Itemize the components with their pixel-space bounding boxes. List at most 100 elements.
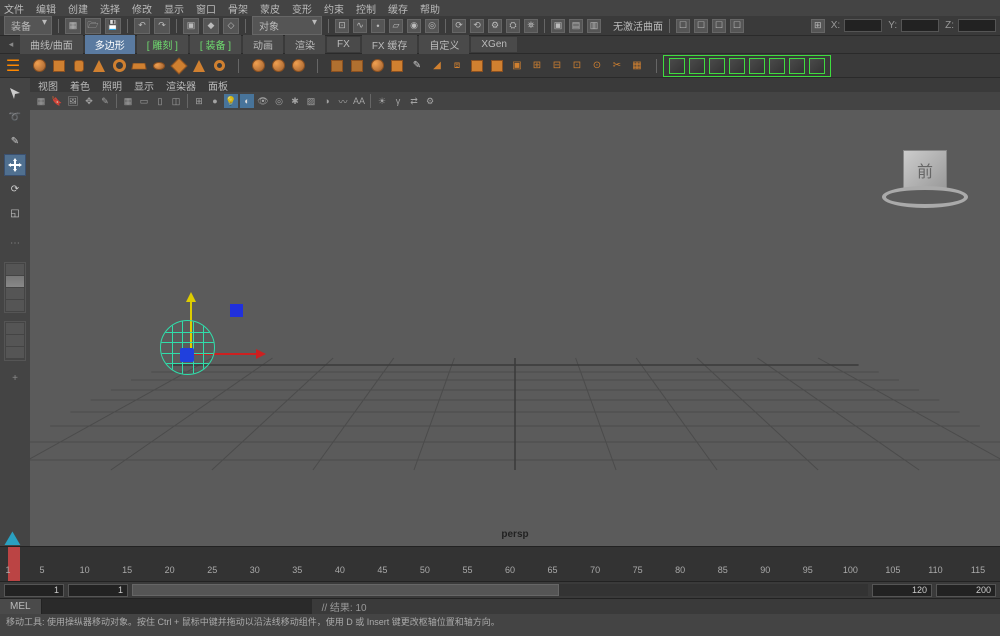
view-cube[interactable]: 前: [880, 150, 970, 230]
selection-mode-dropdown[interactable]: 对象: [252, 16, 322, 35]
poly-cube-icon[interactable]: [50, 57, 68, 75]
scale-tool[interactable]: ◱: [4, 202, 26, 224]
poly-disc-icon[interactable]: [150, 57, 168, 75]
abs-transform-icon[interactable]: ⊞: [811, 19, 825, 33]
tab-animation[interactable]: 动画: [243, 35, 283, 54]
vp-use-all-lights-icon[interactable]: 💡: [224, 94, 238, 108]
sym-topo-icon[interactable]: [768, 57, 786, 75]
render-settings-icon[interactable]: ▥: [587, 19, 601, 33]
vp-image-plane-icon[interactable]: 🖼: [66, 94, 80, 108]
x-input[interactable]: [844, 19, 882, 32]
vp-gate-mask-icon[interactable]: ◫: [169, 94, 183, 108]
menu-constrain[interactable]: 约束: [324, 1, 344, 16]
construction3-icon[interactable]: ⛯: [524, 19, 538, 33]
menu-window[interactable]: 窗口: [196, 1, 216, 16]
smooth-icon[interactable]: [368, 57, 386, 75]
range-start-input[interactable]: [68, 584, 128, 597]
toggle-a-icon[interactable]: ☐: [676, 19, 690, 33]
layout-four[interactable]: [6, 276, 24, 287]
menu-file[interactable]: 文件: [4, 1, 24, 16]
layout-two-side[interactable]: [6, 288, 24, 299]
panel-panels[interactable]: 面板: [208, 78, 228, 93]
shelf-collapse-icon[interactable]: ◂: [4, 38, 18, 52]
axis-z-handle[interactable]: [180, 348, 194, 362]
menu-deform[interactable]: 变形: [292, 1, 312, 16]
vp-textured-icon[interactable]: ▨: [304, 94, 318, 108]
cmd-lang-toggle[interactable]: MEL: [0, 599, 42, 614]
vp-xray-icon[interactable]: ◎: [272, 94, 286, 108]
toggle-b-icon[interactable]: ☐: [694, 19, 708, 33]
range-thumb[interactable]: [132, 584, 559, 596]
snap-curve-icon[interactable]: ∿: [353, 19, 367, 33]
snap-plane-icon[interactable]: ▱: [389, 19, 403, 33]
panel-renderer[interactable]: 渲染器: [166, 78, 196, 93]
paint-select-tool[interactable]: ✎: [4, 130, 26, 152]
tab-curves[interactable]: 曲线/曲面: [20, 35, 83, 54]
menu-control[interactable]: 控制: [356, 1, 376, 16]
vp-isolate-icon[interactable]: 👁: [256, 94, 270, 108]
sym-obj-icon[interactable]: [728, 57, 746, 75]
target-weld-icon[interactable]: ⊙: [588, 57, 606, 75]
tab-sculpt[interactable]: [ 雕刻 ]: [137, 35, 188, 54]
insert-edge-icon[interactable]: ▦: [628, 57, 646, 75]
sel-by-component-icon[interactable]: ◇: [223, 18, 239, 34]
separate-icon[interactable]: [348, 57, 366, 75]
detach-icon[interactable]: ⊟: [548, 57, 566, 75]
panel-shading[interactable]: 着色: [70, 78, 90, 93]
last-tool[interactable]: ⋯: [4, 232, 26, 254]
save-scene-icon[interactable]: 💾: [105, 18, 121, 34]
tab-xgen[interactable]: XGen: [471, 37, 517, 52]
hypershade-toggle[interactable]: [6, 347, 24, 358]
construction2-icon[interactable]: ⛭: [506, 19, 520, 33]
vp-2d-pan-icon[interactable]: ✥: [82, 94, 96, 108]
panel-view[interactable]: 视图: [38, 78, 58, 93]
vp-ao-icon[interactable]: ◑: [320, 94, 334, 108]
menu-skeleton[interactable]: 骨架: [228, 1, 248, 16]
extrude-icon[interactable]: ✎: [408, 57, 426, 75]
merge-icon[interactable]: ⊡: [568, 57, 586, 75]
fill-icon[interactable]: [488, 57, 506, 75]
connect-icon[interactable]: ⊞: [528, 57, 546, 75]
menu-cache[interactable]: 缓存: [388, 1, 408, 16]
vp-motion-blur-icon[interactable]: 〰: [336, 94, 350, 108]
sym-x-icon[interactable]: [668, 57, 686, 75]
poly-torus-icon[interactable]: [110, 57, 128, 75]
append-icon[interactable]: [468, 57, 486, 75]
tab-rigging[interactable]: [ 装备 ]: [190, 35, 241, 54]
poly-sphere-icon[interactable]: [30, 57, 48, 75]
construction-icon[interactable]: ⚙: [488, 19, 502, 33]
toggle-d-icon[interactable]: ☐: [730, 19, 744, 33]
lasso-tool[interactable]: ➰: [4, 106, 26, 128]
graph-toggle[interactable]: [6, 335, 24, 346]
tab-polygons[interactable]: 多边形: [85, 35, 135, 54]
panel-show[interactable]: 显示: [134, 78, 154, 93]
redo-icon[interactable]: ↷: [154, 18, 170, 34]
toggle-c-icon[interactable]: ☐: [712, 19, 726, 33]
menu-skin[interactable]: 蒙皮: [260, 1, 280, 16]
render-ipr-icon[interactable]: ▤: [569, 19, 583, 33]
menu-create[interactable]: 创建: [68, 1, 88, 16]
vp-view-transform-icon[interactable]: ⇄: [407, 94, 421, 108]
snap-view-icon[interactable]: ◎: [425, 19, 439, 33]
bridge-icon[interactable]: ⧈: [448, 57, 466, 75]
range-end-input[interactable]: [872, 584, 932, 597]
collapse-icon[interactable]: ▣: [508, 57, 526, 75]
menu-modify[interactable]: 修改: [132, 1, 152, 16]
boolean-icon[interactable]: [388, 57, 406, 75]
vp-exposure-icon[interactable]: ☀: [375, 94, 389, 108]
new-scene-icon[interactable]: ▦: [65, 18, 81, 34]
playhead[interactable]: [8, 547, 20, 581]
sel-by-hierarchy-icon[interactable]: ▣: [183, 18, 199, 34]
menu-help[interactable]: 帮助: [420, 1, 440, 16]
vp-shadows-icon[interactable]: ◐: [240, 94, 254, 108]
range-slider[interactable]: [132, 584, 868, 596]
sym-y-icon[interactable]: [688, 57, 706, 75]
sym-extra-icon[interactable]: [808, 57, 826, 75]
move-tool[interactable]: [4, 154, 26, 176]
poly-svg-icon[interactable]: [269, 57, 287, 75]
cmd-input[interactable]: [42, 599, 312, 614]
undo-icon[interactable]: ↶: [134, 18, 150, 34]
vp-bookmarks-icon[interactable]: 🔖: [50, 94, 64, 108]
vp-gamma-icon[interactable]: γ: [391, 94, 405, 108]
time-ruler[interactable]: 1510152025303540455055606570758085909510…: [0, 546, 1000, 582]
